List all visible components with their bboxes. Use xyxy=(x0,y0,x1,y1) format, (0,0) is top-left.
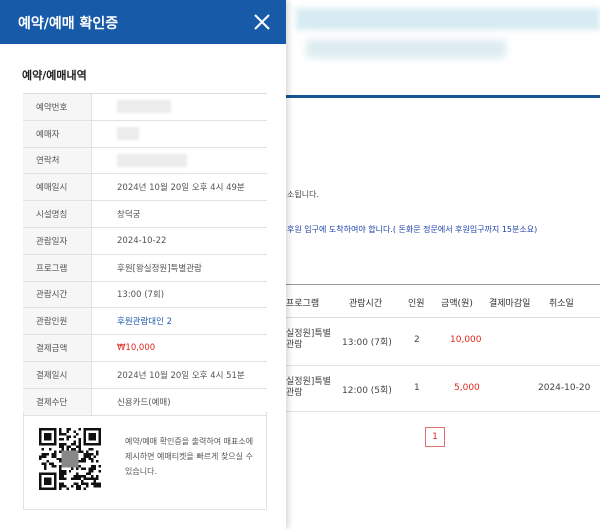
info-label: 관람인원 xyxy=(23,308,92,335)
info-value: 후원[왕실정원]특별관람 xyxy=(117,263,202,274)
row-program: 실정원]특별 관람 xyxy=(286,329,331,350)
close-icon xyxy=(254,14,270,30)
section-title: 예약/예매내역 xyxy=(22,69,87,82)
masked-value xyxy=(117,153,187,167)
info-value: ₩10,000 xyxy=(117,343,156,354)
info-row: 예매일시 2024년 10월 20일 오후 4시 49분 xyxy=(23,174,267,202)
entrance-notice: 후원 입구에 도착하여야 합니다.( 돈화문 정문에서 후원입구까지 15분소요… xyxy=(287,225,538,234)
row-time: 12:00 (5회) xyxy=(342,386,392,396)
info-row: 연락처 xyxy=(23,147,267,175)
info-row: 관람일자 2024-10-22 xyxy=(23,227,267,255)
header-amount: 금액(원) xyxy=(441,299,473,309)
header-count: 인원 xyxy=(408,299,425,309)
info-row: 예매자 xyxy=(23,120,267,148)
info-row: 관람시간 13:00 (7회) xyxy=(23,281,267,309)
row-count: 2 xyxy=(414,335,420,345)
modal-title: 예약/예매 확인증 xyxy=(18,16,119,32)
modal-header: 예약/예매 확인증 xyxy=(0,0,286,44)
info-row: 결제일시 2024년 10월 20일 오후 4시 51분 xyxy=(23,361,267,389)
masked-value xyxy=(117,127,139,141)
table-header: 프로그램 관람시간 인원 금액(원) 결제마감일 취소일 xyxy=(286,284,600,318)
header-deadline: 결제마감일 xyxy=(489,299,531,309)
info-label: 프로그램 xyxy=(23,254,92,281)
info-row: 프로그램 후원[왕실정원]특별관람 xyxy=(23,254,267,282)
info-value xyxy=(92,121,267,147)
info-value: 13:00 (7회) xyxy=(117,290,165,301)
page-banner xyxy=(286,0,600,96)
row-count: 1 xyxy=(414,383,420,393)
info-label: 시설명칭 xyxy=(23,201,92,227)
info-row: 시설명칭 창덕궁 xyxy=(23,201,267,228)
row-program: 실정원]특별 관람 xyxy=(286,377,331,398)
row-amount: 10,000 xyxy=(450,335,482,345)
close-button[interactable] xyxy=(250,10,274,34)
info-label: 예매자 xyxy=(23,120,92,147)
info-value: 2024년 10월 20일 오후 4시 51분 xyxy=(117,370,245,381)
header-program: 프로그램 xyxy=(286,299,320,309)
info-label: 관람시간 xyxy=(23,281,92,308)
row-time: 13:00 (7회) xyxy=(342,338,392,348)
info-value xyxy=(92,148,267,174)
info-label: 예매일시 xyxy=(23,174,92,201)
qr-section: 예약/예매 확인증을 출력하여 매표소에 제시하면 예매티켓을 빠르게 찾으실 … xyxy=(23,412,267,510)
pagination-page-1[interactable]: 1 xyxy=(425,427,445,447)
header-time: 관람시간 xyxy=(349,299,383,309)
notice-text: 소됩니다. xyxy=(287,190,319,199)
info-value: 후원관람대인 2 xyxy=(117,317,173,328)
table-row[interactable]: 실정원]특별 관람 13:00 (7회) 2 10,000 xyxy=(286,318,600,366)
info-value: 2024년 10월 20일 오후 4시 49분 xyxy=(117,183,245,194)
info-row: 관람인원 후원관람대인 2 xyxy=(23,308,267,336)
qr-instruction-text: 예약/예매 확인증을 출력하여 매표소에 제시하면 예매티켓을 빠르게 찾으실 … xyxy=(125,437,254,476)
header-divider xyxy=(286,95,600,98)
info-value: 2024-10-22 xyxy=(117,235,167,246)
banner-blurred-area xyxy=(296,8,600,30)
header-cancel-date: 취소일 xyxy=(549,299,574,309)
qr-center-patch xyxy=(61,450,79,468)
info-label: 연락처 xyxy=(23,147,92,174)
info-row: 결제금액 ₩10,000 xyxy=(23,335,267,362)
info-row: 예약번호 xyxy=(23,94,267,121)
info-label: 결제일시 xyxy=(23,361,92,388)
reservation-table: 프로그램 관람시간 인원 금액(원) 결제마감일 취소일 실정원]특별 관람 13… xyxy=(286,284,600,412)
info-label: 관람일자 xyxy=(23,227,92,254)
qr-code xyxy=(39,428,101,490)
row-cancel-date: 2024-10-20 xyxy=(538,383,591,393)
info-value: 신용카드(예매) xyxy=(117,397,171,408)
reservation-confirmation-modal: 예약/예매 확인증 예약/예매내역 예약번호 예매자 연락처 예매일시 2024년 10… xyxy=(0,0,286,529)
info-label: 결제금액 xyxy=(23,335,92,361)
info-value: 창덕궁 xyxy=(117,210,141,221)
row-amount: 5,000 xyxy=(454,383,480,393)
info-label: 예약번호 xyxy=(23,94,92,120)
info-label: 결제수단 xyxy=(23,388,92,415)
banner-blurred-area-2 xyxy=(306,40,506,58)
table-row[interactable]: 실정원]특별 관람 12:00 (5회) 1 5,000 2024-10-20 xyxy=(286,366,600,412)
info-value xyxy=(92,94,267,120)
reservation-details-table: 예약번호 예매자 연락처 예매일시 2024년 10월 20일 오후 4시 49분시설명… xyxy=(23,93,267,416)
masked-value xyxy=(117,100,171,114)
